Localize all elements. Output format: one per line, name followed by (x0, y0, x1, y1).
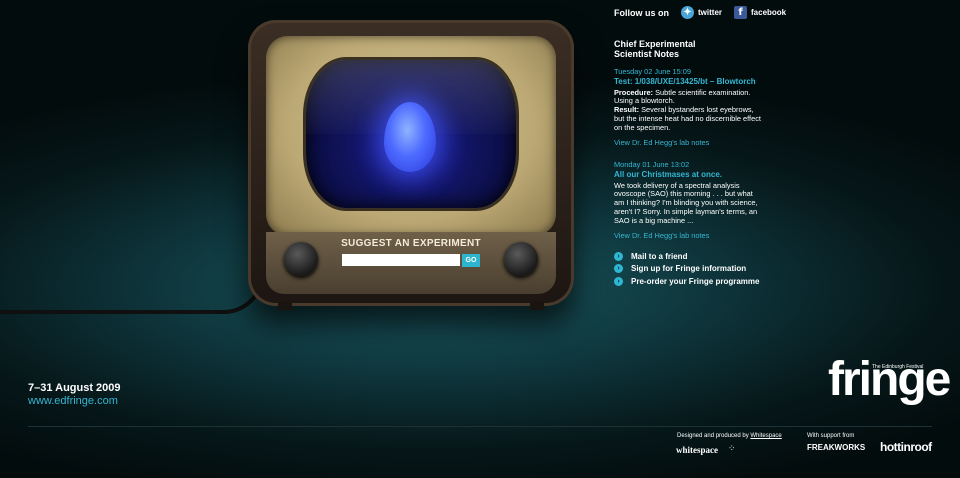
suggest-input[interactable] (342, 254, 460, 266)
hottinroof-logo[interactable]: hottinroof (880, 440, 932, 454)
follow-label: Follow us on (614, 7, 669, 18)
facebook-label: facebook (751, 8, 787, 17)
support-label: With support from (807, 433, 855, 439)
fringe-logo[interactable]: fringe (828, 356, 951, 404)
preorder-link[interactable]: › Pre-order your Fringe programme (614, 275, 759, 287)
tv-cable (0, 250, 264, 314)
note-headline[interactable]: Test: 1/038/UXE/13425/bt – Blowtorch (614, 77, 764, 87)
twitter-label: twitter (698, 8, 722, 17)
notes-title: Chief Experimental Scientist Notes (614, 39, 724, 59)
tv-screen (306, 60, 516, 208)
notes-title-line2: Scientist Notes (614, 49, 680, 59)
note-body: We took delivery of a spectral analysis … (614, 180, 758, 225)
note-body: Procedure: Subtle scientific examination… (614, 87, 764, 133)
lab-notes-link[interactable]: View Dr. Ed Hegg's lab notes (614, 138, 764, 148)
note-headline[interactable]: All our Christmases at once. (614, 170, 764, 180)
twitter-bird-icon: ✦ (681, 6, 694, 19)
suggest-title: SUGGEST AN EXPERIMENT (341, 238, 481, 249)
note-date: Monday 01 June 13:02 (614, 160, 690, 169)
whitespace-dots-icon: ⁘ (728, 443, 737, 453)
whitespace-logo[interactable]: whitespace (676, 445, 718, 455)
signup-link[interactable]: › Sign up for Fringe information (614, 263, 759, 275)
festival-dates: 7–31 August 2009 (28, 382, 121, 394)
action-label: Pre-order your Fringe programme (631, 276, 760, 286)
tv-foot-right (530, 302, 544, 310)
lab-notes-link[interactable]: View Dr. Ed Hegg's lab notes (614, 231, 764, 241)
result-label: Result: (614, 105, 640, 115)
designer-link[interactable]: Whitespace (750, 433, 781, 439)
suggest-go-button[interactable]: GO (462, 254, 480, 267)
facebook-icon: f (734, 6, 747, 19)
action-label: Mail to a friend (631, 251, 688, 261)
website-link[interactable]: www.edfringe.com (28, 395, 118, 407)
designed-by-label: Designed and produced by (677, 433, 749, 439)
arrow-circle-icon: › (614, 276, 623, 286)
facebook-link[interactable]: f facebook (734, 6, 786, 19)
action-label: Sign up for Fringe information (631, 264, 747, 273)
freakworks-logo[interactable]: FREAKWORKS (807, 443, 865, 452)
retro-tv: SUGGEST AN EXPERIMENT GO (248, 20, 574, 310)
tv-foot-left (278, 302, 292, 310)
note-entry: Tuesday 02 June 15:09 Test: 1/038/UXE/13… (614, 67, 764, 148)
arrow-circle-icon: › (614, 264, 623, 273)
action-links: › Mail to a friend › Sign up for Fringe … (614, 250, 759, 288)
tv-bezel (266, 36, 556, 236)
follow-us: Follow us on ✦ twitter f facebook (614, 6, 786, 19)
tv-control-panel: SUGGEST AN EXPERIMENT GO (266, 232, 556, 294)
procedure-label: Procedure: (614, 87, 654, 97)
mail-friend-link[interactable]: › Mail to a friend (614, 250, 759, 262)
note-date: Tuesday 02 June 15:09 (614, 67, 691, 76)
designed-by: Designed and produced by Whitespace (677, 433, 782, 439)
note-entry: Monday 01 June 13:02 All our Christmases… (614, 160, 764, 241)
footer-divider (28, 426, 932, 427)
twitter-link[interactable]: ✦ twitter (681, 6, 722, 19)
notes-title-line1: Chief Experimental (614, 39, 696, 49)
arrow-circle-icon: › (614, 251, 623, 261)
